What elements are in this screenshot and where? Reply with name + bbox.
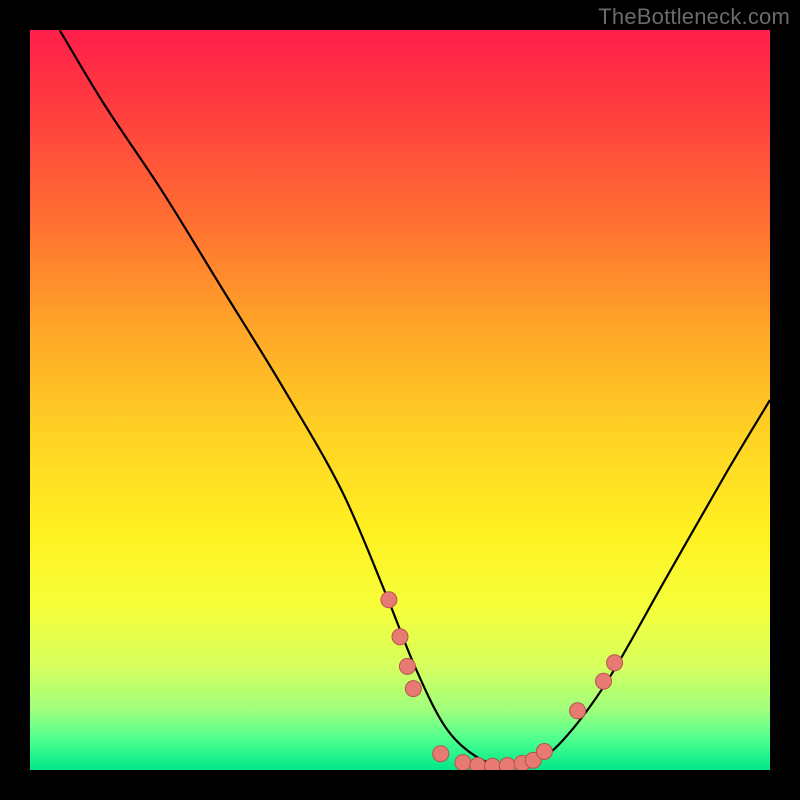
data-point (596, 673, 612, 689)
data-point (536, 744, 552, 760)
data-point (392, 629, 408, 645)
data-point (433, 746, 449, 762)
bottleneck-curve (60, 30, 770, 767)
chart-svg (30, 30, 770, 770)
data-point (405, 681, 421, 697)
chart-frame: TheBottleneck.com (0, 0, 800, 800)
data-point (381, 592, 397, 608)
data-point (455, 755, 471, 770)
data-point (570, 703, 586, 719)
data-point (399, 658, 415, 674)
watermark-text: TheBottleneck.com (598, 4, 790, 30)
data-point (485, 758, 501, 770)
data-point (499, 758, 515, 770)
data-point (470, 758, 486, 770)
data-points-group (381, 592, 623, 770)
data-point (607, 655, 623, 671)
